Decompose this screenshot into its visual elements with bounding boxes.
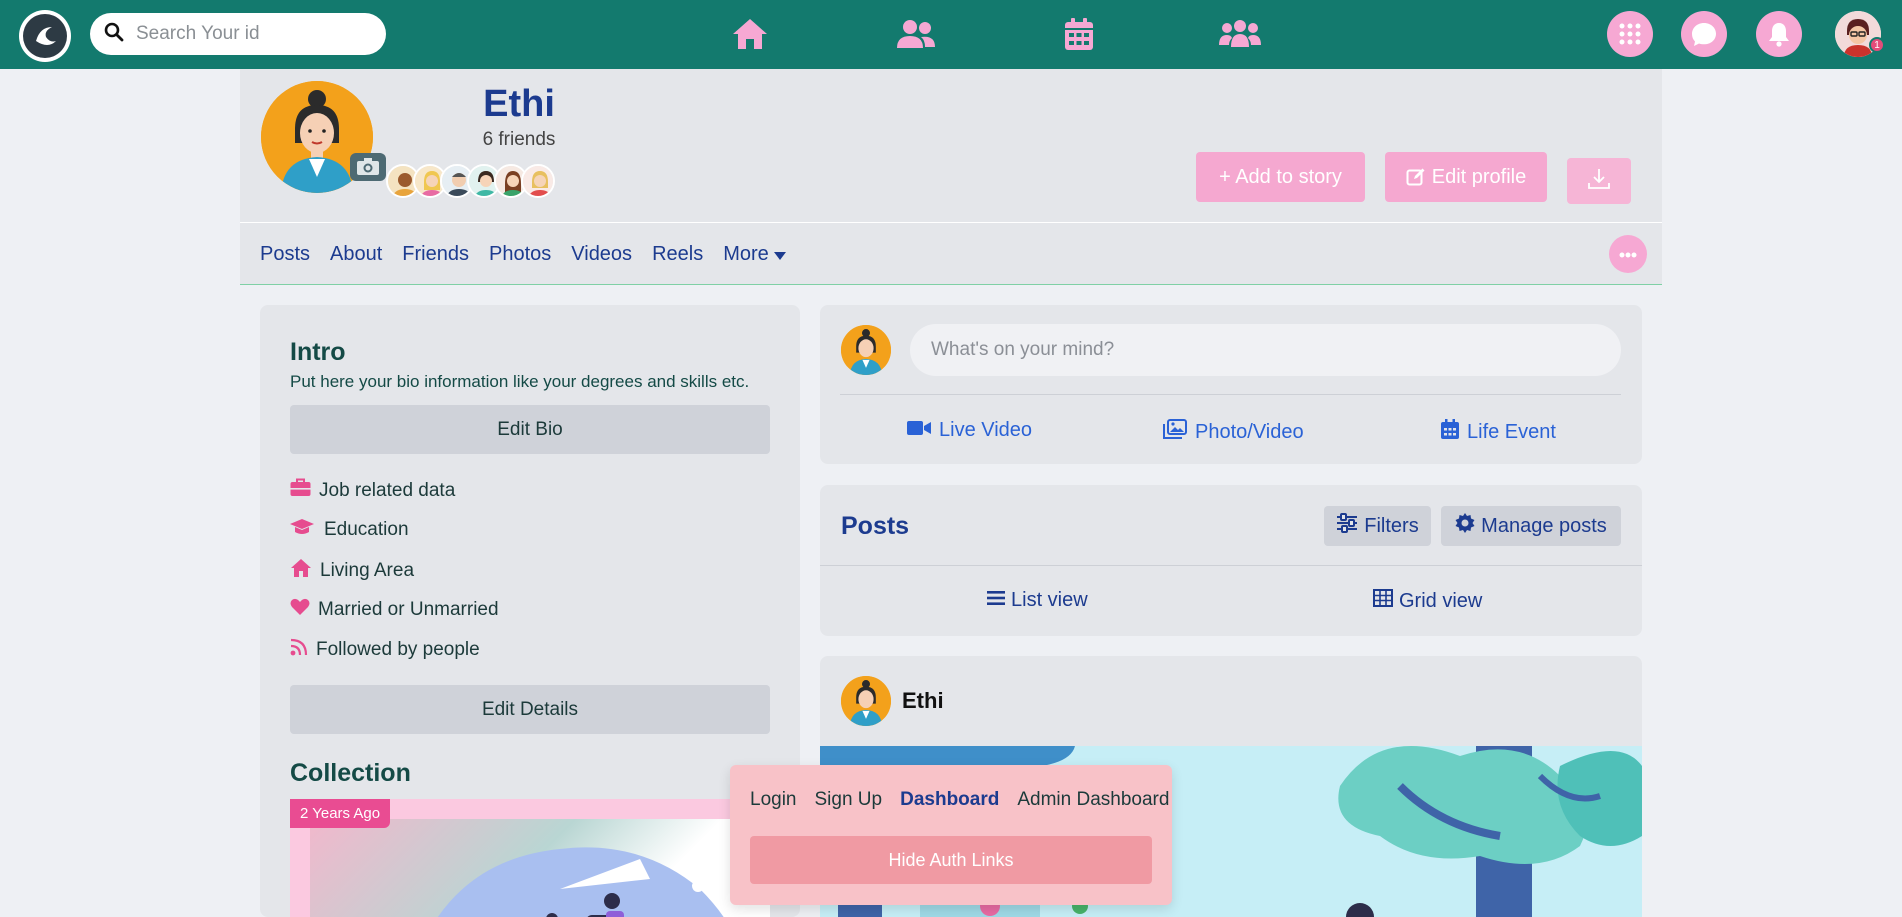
edit-icon (1406, 167, 1426, 187)
composer-divider (840, 394, 1621, 395)
signup-link[interactable]: Sign Up (815, 789, 883, 811)
filters-label: Filters (1364, 514, 1419, 537)
detail-living: Living Area (290, 558, 414, 584)
detail-followed: Followed by people (290, 638, 480, 662)
edit-details-button[interactable]: Edit Details (290, 685, 770, 734)
detail-education-label: Education (324, 519, 409, 540)
login-link[interactable]: Login (750, 789, 797, 811)
friends-count[interactable]: 6 friends (444, 129, 594, 151)
apps-grid-icon[interactable] (1607, 11, 1653, 57)
edit-profile-label: Edit profile (1431, 165, 1527, 188)
people-icon[interactable] (894, 14, 938, 54)
tab-reels[interactable]: Reels (652, 243, 703, 266)
heart-icon (290, 598, 310, 622)
tab-more-label: More (723, 243, 769, 265)
status-input[interactable] (910, 324, 1621, 376)
tab-more[interactable]: More (723, 243, 786, 266)
posts-toolbar: Posts Filters Manage posts List view Gri… (820, 485, 1642, 636)
add-to-story-button[interactable]: + Add to story (1196, 152, 1365, 202)
edit-profile-button[interactable]: Edit profile (1385, 152, 1547, 202)
tab-photos[interactable]: Photos (489, 243, 551, 266)
photo-video-button[interactable]: Photo/Video (1163, 419, 1304, 445)
dashboard-link[interactable]: Dashboard (900, 789, 999, 811)
download-button[interactable] (1567, 158, 1631, 204)
collection-image[interactable]: 2 Years Ago (290, 799, 770, 917)
calendar-icon[interactable] (1057, 14, 1101, 54)
search-icon (104, 22, 124, 47)
friend-avatars (386, 164, 555, 198)
more-options-button[interactable] (1609, 235, 1647, 273)
messenger-icon[interactable] (1681, 11, 1727, 57)
ellipsis-icon (1619, 245, 1637, 263)
tab-posts[interactable]: Posts (260, 243, 310, 266)
life-event-button[interactable]: Life Event (1441, 419, 1556, 445)
profile-tabs: Posts About Friends Photos Videos Reels … (240, 222, 1662, 285)
admin-dashboard-link[interactable]: Admin Dashboard (1017, 789, 1169, 811)
collection-title: Collection (290, 759, 411, 787)
video-camera-icon (907, 419, 931, 442)
detail-followed-label: Followed by people (316, 639, 480, 660)
posts-divider (820, 565, 1642, 566)
post-composer: Live Video Photo/Video Life Event (820, 305, 1642, 464)
grid-view-button[interactable]: Grid view (1373, 589, 1482, 613)
detail-living-label: Living Area (320, 560, 415, 581)
grid-view-label: Grid view (1399, 589, 1483, 612)
bell-icon[interactable] (1756, 11, 1802, 57)
tab-videos[interactable]: Videos (571, 243, 632, 266)
detail-married-label: Married or Unmarried (318, 599, 499, 620)
top-navbar: 1 (0, 0, 1902, 69)
photo-video-label: Photo/Video (1195, 420, 1304, 443)
logo-icon (23, 14, 67, 58)
live-video-label: Live Video (939, 419, 1033, 441)
caret-down-icon (773, 243, 786, 266)
briefcase-icon (290, 478, 311, 503)
filters-button[interactable]: Filters (1324, 506, 1431, 546)
composer-avatar[interactable] (841, 325, 891, 375)
auth-links-popup: Login Sign Up Dashboard Admin Dashboard … (730, 765, 1172, 905)
detail-married: Married or Unmarried (290, 598, 499, 622)
camera-icon[interactable] (350, 153, 386, 181)
detail-education: Education (290, 518, 409, 542)
detail-job: Job related data (290, 478, 455, 503)
intro-card: Intro Put here your bio information like… (260, 305, 800, 917)
site-logo[interactable] (19, 10, 71, 62)
tab-about[interactable]: About (330, 243, 382, 266)
graduation-cap-icon (290, 518, 314, 542)
live-video-button[interactable]: Live Video (907, 419, 1032, 442)
gear-icon (1455, 513, 1475, 539)
rss-icon (290, 638, 308, 662)
post-author-avatar[interactable] (841, 676, 891, 726)
sliders-icon (1336, 513, 1358, 539)
tab-friends[interactable]: Friends (402, 243, 469, 266)
download-icon (1587, 167, 1611, 196)
images-icon (1163, 419, 1187, 445)
friend-avatar[interactable] (521, 164, 555, 198)
list-view-button[interactable]: List view (987, 589, 1088, 612)
home-small-icon (290, 558, 312, 584)
hide-auth-links-button[interactable]: Hide Auth Links (750, 836, 1152, 884)
detail-job-label: Job related data (319, 479, 456, 501)
group-icon[interactable] (1218, 14, 1262, 54)
collection-time-badge: 2 Years Ago (290, 799, 391, 828)
search-input[interactable] (136, 23, 356, 45)
notification-badge: 1 (1869, 37, 1885, 53)
post-author-name[interactable]: Ethi (902, 688, 944, 714)
list-view-label: List view (1011, 589, 1088, 611)
search-bar[interactable] (90, 13, 386, 55)
manage-posts-label: Manage posts (1481, 514, 1607, 537)
life-event-label: Life Event (1467, 420, 1556, 443)
calendar-small-icon (1441, 419, 1459, 445)
intro-text: Put here your bio information like your … (290, 372, 750, 391)
intro-title: Intro (290, 338, 346, 366)
posts-title: Posts (841, 512, 910, 540)
manage-posts-button[interactable]: Manage posts (1441, 506, 1621, 546)
edit-bio-button[interactable]: Edit Bio (290, 405, 770, 454)
home-icon[interactable] (728, 14, 772, 54)
grid-icon (1373, 589, 1393, 613)
profile-name: Ethi (483, 83, 555, 125)
list-icon (987, 589, 1005, 612)
